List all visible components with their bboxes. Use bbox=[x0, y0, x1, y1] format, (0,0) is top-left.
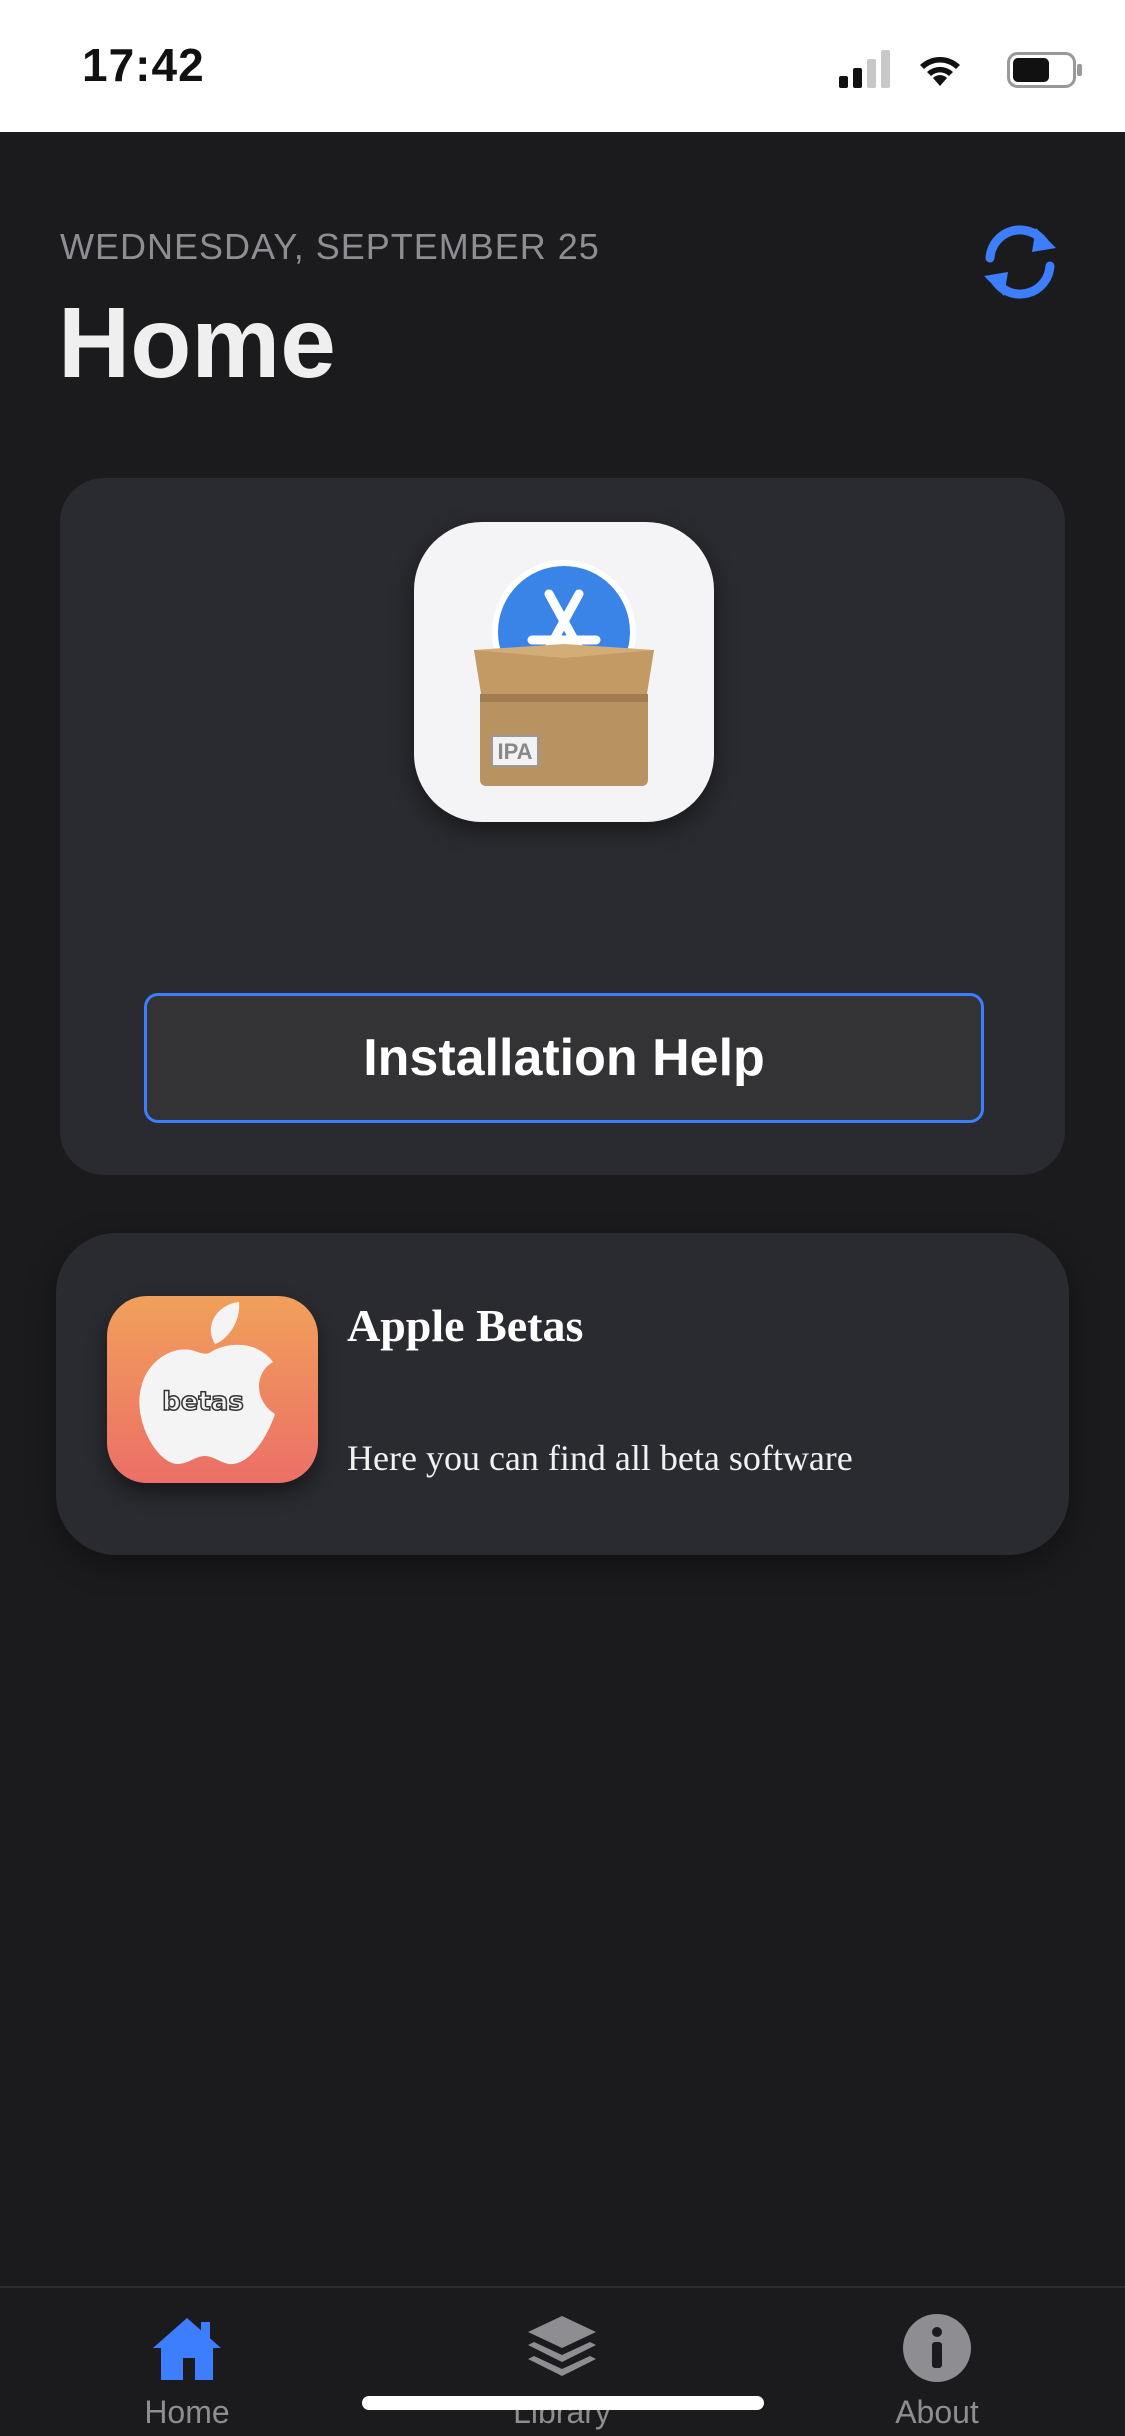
betas-description: Here you can find all beta software bbox=[347, 1438, 853, 1478]
status-bar: 17:42 bbox=[0, 0, 1125, 132]
cellular-signal-icon bbox=[839, 50, 890, 88]
tab-home[interactable]: Home bbox=[87, 2312, 287, 2432]
betas-title: Apple Betas bbox=[347, 1300, 584, 1351]
installation-help-button[interactable]: Installation Help bbox=[144, 993, 984, 1123]
ipa-badge-text: IPA bbox=[497, 739, 532, 764]
installation-card: IPA Installation Help bbox=[60, 478, 1065, 1175]
page-title: Home bbox=[58, 287, 336, 399]
home-indicator[interactable] bbox=[362, 2396, 764, 2410]
battery-icon bbox=[1007, 52, 1082, 88]
home-screen: 17:42 WEDNESDAY, SEPTEMBER 25 Home IPA I… bbox=[0, 0, 1125, 2436]
apple-logo-icon: betas bbox=[139, 1302, 275, 1465]
tab-bar: Home Library About bbox=[0, 2286, 1125, 2436]
tab-library[interactable]: Library bbox=[462, 2312, 662, 2432]
wifi-icon bbox=[920, 57, 960, 86]
betas-icon-text: betas bbox=[162, 1387, 244, 1417]
ipa-box-icon: IPA bbox=[474, 560, 654, 786]
date-label: WEDNESDAY, SEPTEMBER 25 bbox=[60, 226, 600, 267]
ipa-app-icon: IPA bbox=[414, 522, 714, 822]
apple-betas-icon: betas bbox=[107, 1296, 318, 1483]
apple-betas-card[interactable]: betas Apple Betas Here you can find all … bbox=[56, 1233, 1069, 1555]
tab-about[interactable]: About bbox=[837, 2312, 1037, 2432]
house-icon bbox=[153, 2318, 221, 2380]
status-time: 17:42 bbox=[82, 39, 205, 91]
stack-icon bbox=[528, 2316, 596, 2376]
refresh-icon[interactable] bbox=[978, 220, 1062, 304]
tab-home-label: Home bbox=[144, 2394, 230, 2430]
tab-about-label: About bbox=[895, 2394, 979, 2430]
info-icon bbox=[903, 2314, 971, 2382]
status-icons bbox=[783, 50, 1083, 90]
